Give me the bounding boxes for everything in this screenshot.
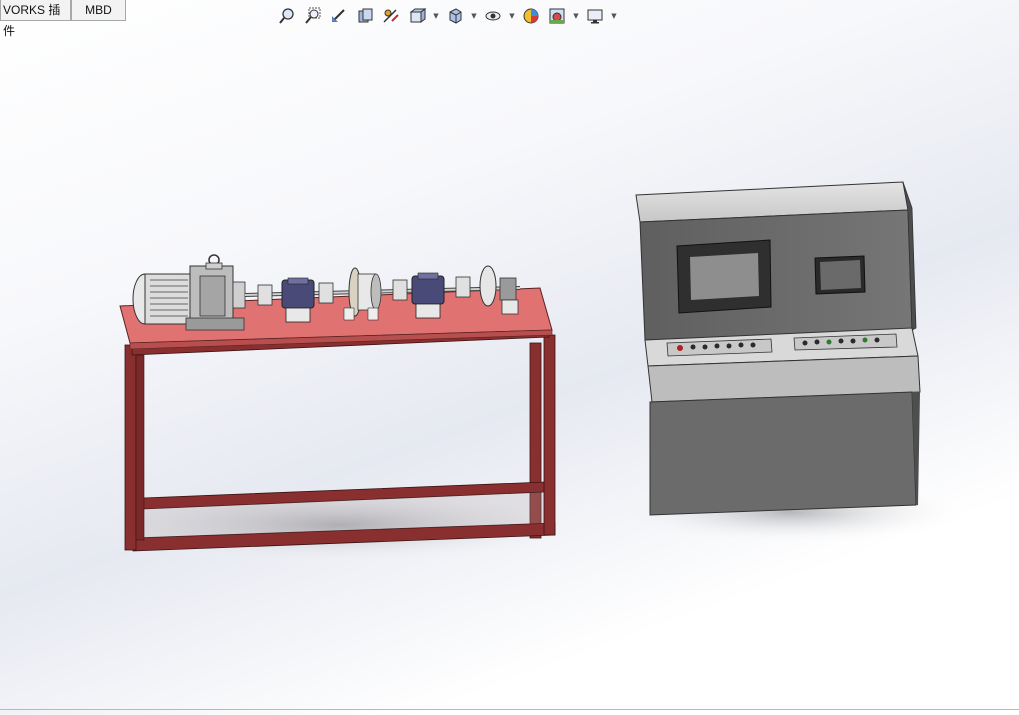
apply-scene-dropdown-icon[interactable]: ▼: [572, 5, 580, 27]
dynamic-annotation-icon[interactable]: [380, 5, 402, 27]
edit-appearance-icon[interactable]: [520, 5, 542, 27]
tab-solidworks-addins[interactable]: VORKS 插件: [0, 0, 71, 38]
graphics-viewport[interactable]: [0, 0, 1019, 715]
control-cabinet: [635, 181, 921, 516]
hide-show-dropdown-icon[interactable]: ▼: [508, 5, 516, 27]
view-orientation-icon[interactable]: [406, 5, 428, 27]
heads-up-view-toolbar: ▼ ▼ ▼ ▼ ▼: [276, 4, 618, 28]
hide-show-icon[interactable]: [482, 5, 504, 27]
section-view-icon[interactable]: [354, 5, 376, 27]
zoom-to-fit-icon[interactable]: [276, 5, 298, 27]
display-style-dropdown-icon[interactable]: ▼: [470, 5, 478, 27]
view-settings-icon[interactable]: [584, 5, 606, 27]
test-bench-table: [119, 287, 556, 552]
command-manager-tabs: VORKS 插件 MBD: [0, 0, 126, 38]
previous-view-icon[interactable]: [328, 5, 350, 27]
viewport-bottom-border: [0, 709, 1019, 710]
view-orientation-dropdown-icon[interactable]: ▼: [432, 5, 440, 27]
apply-scene-icon[interactable]: [546, 5, 568, 27]
display-style-icon[interactable]: [444, 5, 466, 27]
tab-mbd[interactable]: MBD: [71, 0, 126, 21]
view-settings-dropdown-icon[interactable]: ▼: [610, 5, 618, 27]
zoom-area-icon[interactable]: [302, 5, 324, 27]
